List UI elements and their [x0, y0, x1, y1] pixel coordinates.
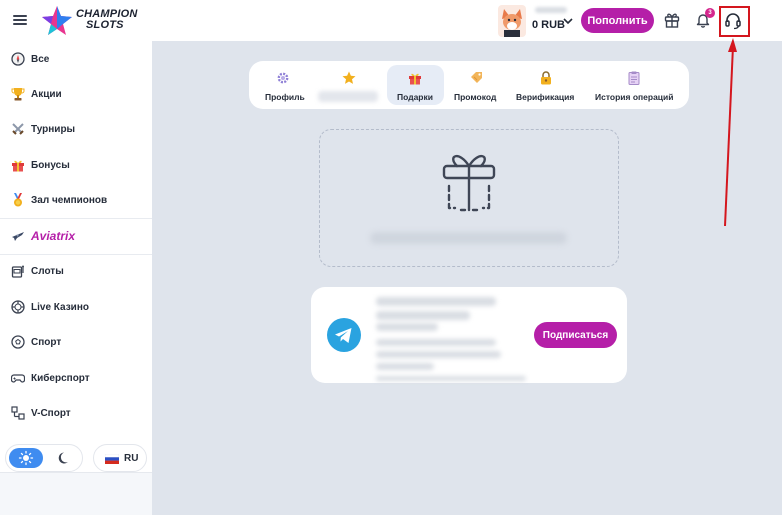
telegram-text-blurred	[376, 323, 438, 331]
empty-state-text-blurred	[370, 232, 567, 244]
sidebar-item-live-casino[interactable]: Live Казино	[0, 292, 152, 322]
chevron-down-icon[interactable]	[563, 16, 573, 26]
sidebar-item-hall-of-champions[interactable]: Зал чемпионов	[0, 185, 152, 215]
sidebar-item-label: Все	[31, 53, 50, 65]
sidebar-item-esports[interactable]: Киберспорт	[0, 363, 152, 393]
tab-label: Подарки	[397, 92, 433, 102]
gift-outline-icon	[442, 155, 496, 212]
tab-loyalty[interactable]	[315, 65, 379, 105]
top-header: CHAMPION SLOTS 0 RUB Пополнить 3	[0, 0, 782, 41]
sidebar-item-label: Турниры	[31, 123, 76, 135]
sidebar-item-v-sport[interactable]: V-Спорт	[0, 398, 152, 428]
gift-icon	[12, 160, 24, 172]
tab-label: Профиль	[265, 92, 305, 102]
sidebar-item-bonuses[interactable]: Бонусы	[0, 150, 152, 180]
russia-flag-icon	[105, 454, 119, 464]
slot-machine-icon	[11, 265, 24, 278]
sidebar-item-aviatrix[interactable]: Aviatrix	[0, 221, 152, 251]
light-theme-button[interactable]	[9, 448, 43, 468]
tab-profile[interactable]: Профиль	[257, 65, 309, 105]
telegram-icon	[327, 318, 361, 352]
star-logo-icon	[42, 6, 72, 35]
deposit-button[interactable]: Пополнить	[581, 8, 654, 33]
telegram-text-blurred	[376, 376, 526, 381]
sidebar-item-promotions[interactable]: Акции	[0, 79, 152, 109]
tab-verification[interactable]: Верификация	[511, 65, 579, 105]
soccer-ball-icon	[11, 335, 25, 349]
annotation-arrow	[724, 38, 737, 227]
telegram-text-blurred	[376, 351, 501, 358]
sidebar-item-label: Бонусы	[31, 159, 70, 171]
telegram-text-blurred	[376, 363, 434, 370]
sidebar-item-sport[interactable]: Спорт	[0, 327, 152, 357]
compass-icon	[11, 52, 25, 66]
trophy-icon	[11, 88, 25, 101]
telegram-text-blurred	[376, 311, 470, 320]
tab-gifts[interactable]: Подарки	[387, 65, 444, 105]
medal-icon	[14, 193, 22, 207]
airplane-icon	[12, 232, 24, 241]
gift-icon[interactable]	[664, 11, 680, 28]
sun-icon	[18, 450, 34, 466]
tab-label-blurred	[318, 91, 378, 102]
clipboard-icon	[628, 71, 640, 85]
sidebar-item-label: Live Казино	[31, 301, 89, 313]
casino-chip-icon	[11, 300, 25, 314]
brand-name: CHAMPION SLOTS	[76, 8, 138, 31]
headset-support-icon[interactable]	[724, 12, 742, 30]
balance-value[interactable]: 0 RUB	[532, 19, 565, 31]
sidebar-item-label: Киберспорт	[31, 372, 90, 384]
moon-icon	[58, 452, 68, 464]
dark-theme-button[interactable]	[51, 448, 73, 468]
sidebar-item-label: V-Спорт	[31, 407, 71, 419]
tab-promocode[interactable]: Промокод	[449, 65, 503, 105]
sidebar-item-label: Спорт	[31, 336, 62, 348]
sidebar-item-label: Зал чемпионов	[31, 194, 108, 206]
logo[interactable]: CHAMPION SLOTS	[40, 5, 140, 37]
telegram-text-blurred	[376, 297, 496, 306]
avatar[interactable]	[498, 5, 526, 37]
sidebar-item-label: Акции	[31, 88, 62, 100]
sidebar-footer	[0, 472, 152, 515]
sidebar-item-slots[interactable]: Слоты	[0, 256, 152, 286]
sidebar-item-all[interactable]: Все	[0, 44, 152, 74]
language-selector[interactable]: RU	[93, 444, 147, 472]
profile-tabs: Профиль Подарки Промокод Верификация Ист…	[249, 61, 689, 109]
sidebar-item-label: Aviatrix	[31, 229, 76, 243]
ticket-icon	[471, 72, 482, 83]
v-sport-icon	[11, 406, 25, 420]
username-blurred	[535, 7, 567, 13]
crossed-swords-icon	[12, 123, 24, 135]
subscribe-button[interactable]: Подписаться	[534, 322, 617, 348]
sidebar-item-tournaments[interactable]: Турниры	[0, 114, 152, 144]
tab-label: Верификация	[516, 92, 575, 102]
sidebar-divider	[0, 218, 152, 219]
telegram-text-blurred	[376, 339, 496, 346]
sidebar-divider	[0, 254, 152, 255]
tab-label: Промокод	[454, 92, 497, 102]
lock-icon	[541, 71, 551, 85]
star-icon	[342, 71, 356, 84]
notification-badge: 3	[705, 8, 715, 18]
tab-transaction-history[interactable]: История операций	[589, 65, 683, 105]
sidebar-item-label: Слоты	[31, 265, 64, 277]
gear-icon	[277, 72, 289, 84]
gift-icon	[409, 73, 421, 85]
tab-label: История операций	[595, 92, 674, 102]
language-label: RU	[124, 453, 139, 464]
menu-icon[interactable]	[13, 15, 27, 25]
gamepad-icon	[11, 374, 25, 383]
